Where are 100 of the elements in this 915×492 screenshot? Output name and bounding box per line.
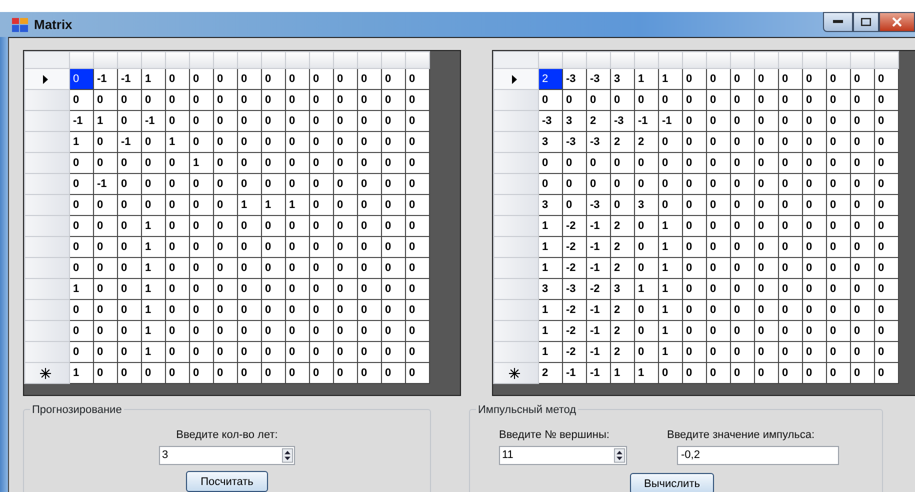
table-cell[interactable]: -3 bbox=[562, 278, 586, 300]
table-cell[interactable]: 0 bbox=[706, 110, 730, 132]
table-cell[interactable]: 1 bbox=[538, 320, 562, 342]
table-cell[interactable]: -1 bbox=[94, 68, 118, 90]
table-cell[interactable]: 0 bbox=[238, 258, 262, 278]
table-cell[interactable]: 0 bbox=[778, 110, 802, 132]
table-cell[interactable]: 0 bbox=[94, 236, 118, 258]
table-cell[interactable]: 0 bbox=[358, 236, 382, 258]
table-cell[interactable]: 0 bbox=[406, 236, 430, 258]
table-cell[interactable]: 0 bbox=[214, 258, 238, 278]
column-header[interactable] bbox=[310, 52, 334, 68]
table-cell[interactable]: 0 bbox=[682, 236, 706, 258]
table-cell[interactable]: 0 bbox=[850, 236, 874, 258]
table-cell[interactable]: 0 bbox=[358, 68, 382, 90]
table-cell[interactable]: 0 bbox=[118, 152, 142, 174]
table-cell[interactable]: 1 bbox=[610, 362, 634, 384]
table-cell[interactable]: 0 bbox=[730, 152, 754, 174]
table-cell[interactable]: 0 bbox=[118, 320, 142, 342]
table-cell[interactable]: 2 bbox=[610, 342, 634, 362]
table-cell[interactable]: 0 bbox=[94, 278, 118, 300]
table-cell[interactable]: 0 bbox=[358, 258, 382, 278]
table-cell[interactable]: 0 bbox=[406, 90, 430, 110]
table-cell[interactable]: 0 bbox=[406, 320, 430, 342]
table-cell[interactable]: 0 bbox=[334, 320, 358, 342]
table-cell[interactable]: 0 bbox=[826, 132, 850, 152]
table-cell[interactable]: 0 bbox=[826, 236, 850, 258]
table-cell[interactable]: 2 bbox=[610, 258, 634, 278]
table-cell[interactable]: 0 bbox=[382, 68, 406, 90]
table-cell[interactable]: 0 bbox=[310, 258, 334, 278]
table-cell[interactable]: 0 bbox=[190, 320, 214, 342]
row-header[interactable] bbox=[494, 362, 538, 384]
table-cell[interactable]: 1 bbox=[658, 236, 682, 258]
table-cell[interactable]: 0 bbox=[334, 300, 358, 320]
table-cell[interactable]: 0 bbox=[190, 110, 214, 132]
table-cell[interactable]: 0 bbox=[406, 278, 430, 300]
table-cell[interactable]: 0 bbox=[634, 152, 658, 174]
table-cell[interactable]: 0 bbox=[610, 90, 634, 110]
table-cell[interactable]: 1 bbox=[142, 216, 166, 236]
column-header[interactable] bbox=[706, 52, 730, 68]
table-cell[interactable]: 0 bbox=[802, 236, 826, 258]
column-header[interactable] bbox=[358, 52, 382, 68]
table-cell[interactable]: 0 bbox=[94, 258, 118, 278]
table-cell[interactable]: 1 bbox=[658, 300, 682, 320]
table-cell[interactable]: 0 bbox=[214, 174, 238, 194]
table-cell[interactable]: 0 bbox=[682, 258, 706, 278]
table-cell[interactable]: 0 bbox=[706, 68, 730, 90]
table-cell[interactable]: 1 bbox=[70, 362, 94, 384]
table-cell[interactable]: 0 bbox=[874, 300, 898, 320]
table-cell[interactable]: 0 bbox=[634, 258, 658, 278]
table-cell[interactable]: 0 bbox=[850, 320, 874, 342]
column-header[interactable] bbox=[682, 52, 706, 68]
table-cell[interactable]: 1 bbox=[94, 110, 118, 132]
table-cell[interactable]: 1 bbox=[142, 320, 166, 342]
table-cell[interactable]: 0 bbox=[190, 68, 214, 90]
table-cell[interactable]: 2 bbox=[634, 132, 658, 152]
table-cell[interactable]: 0 bbox=[334, 174, 358, 194]
column-header[interactable] bbox=[874, 52, 898, 68]
impulse-field[interactable]: -0,2 bbox=[677, 446, 839, 464]
table-cell[interactable]: -3 bbox=[562, 132, 586, 152]
table-cell[interactable]: 0 bbox=[826, 320, 850, 342]
table-cell[interactable]: 0 bbox=[190, 174, 214, 194]
table-cell[interactable]: 0 bbox=[382, 174, 406, 194]
table-cell[interactable]: 0 bbox=[262, 320, 286, 342]
column-header[interactable] bbox=[262, 52, 286, 68]
table-cell[interactable]: 0 bbox=[802, 194, 826, 216]
calculate-button[interactable]: Посчитать bbox=[186, 470, 268, 492]
table-cell[interactable]: 0 bbox=[94, 132, 118, 152]
table-cell[interactable]: 0 bbox=[214, 300, 238, 320]
table-cell[interactable]: 0 bbox=[610, 194, 634, 216]
table-cell[interactable]: 0 bbox=[826, 278, 850, 300]
table-cell[interactable]: 0 bbox=[562, 90, 586, 110]
table-cell[interactable]: 0 bbox=[118, 174, 142, 194]
table-cell[interactable]: 0 bbox=[310, 174, 334, 194]
table-cell[interactable]: 0 bbox=[778, 236, 802, 258]
table-cell[interactable]: 0 bbox=[286, 278, 310, 300]
table-cell[interactable]: 0 bbox=[382, 342, 406, 362]
table-cell[interactable]: 0 bbox=[310, 152, 334, 174]
table-cell[interactable]: 0 bbox=[802, 90, 826, 110]
table-cell[interactable]: 0 bbox=[406, 152, 430, 174]
table-cell[interactable]: 0 bbox=[382, 152, 406, 174]
table-cell[interactable]: 0 bbox=[730, 278, 754, 300]
table-cell[interactable]: 0 bbox=[70, 342, 94, 362]
column-header[interactable] bbox=[70, 52, 94, 68]
table-cell[interactable]: 0 bbox=[142, 174, 166, 194]
table-cell[interactable]: 0 bbox=[826, 362, 850, 384]
table-cell[interactable]: -1 bbox=[586, 342, 610, 362]
table-cell[interactable]: 0 bbox=[238, 300, 262, 320]
table-cell[interactable]: 0 bbox=[730, 194, 754, 216]
table-cell[interactable]: 0 bbox=[874, 320, 898, 342]
table-cell[interactable]: 0 bbox=[730, 132, 754, 152]
table-cell[interactable]: 0 bbox=[850, 300, 874, 320]
table-cell[interactable]: 0 bbox=[358, 132, 382, 152]
column-header[interactable] bbox=[586, 52, 610, 68]
table-cell[interactable]: 0 bbox=[730, 68, 754, 90]
table-cell[interactable]: 0 bbox=[238, 174, 262, 194]
table-cell[interactable]: 0 bbox=[382, 362, 406, 384]
table-cell[interactable]: 0 bbox=[358, 362, 382, 384]
column-header[interactable] bbox=[94, 52, 118, 68]
table-cell[interactable]: 0 bbox=[310, 236, 334, 258]
table-cell[interactable]: 0 bbox=[754, 258, 778, 278]
